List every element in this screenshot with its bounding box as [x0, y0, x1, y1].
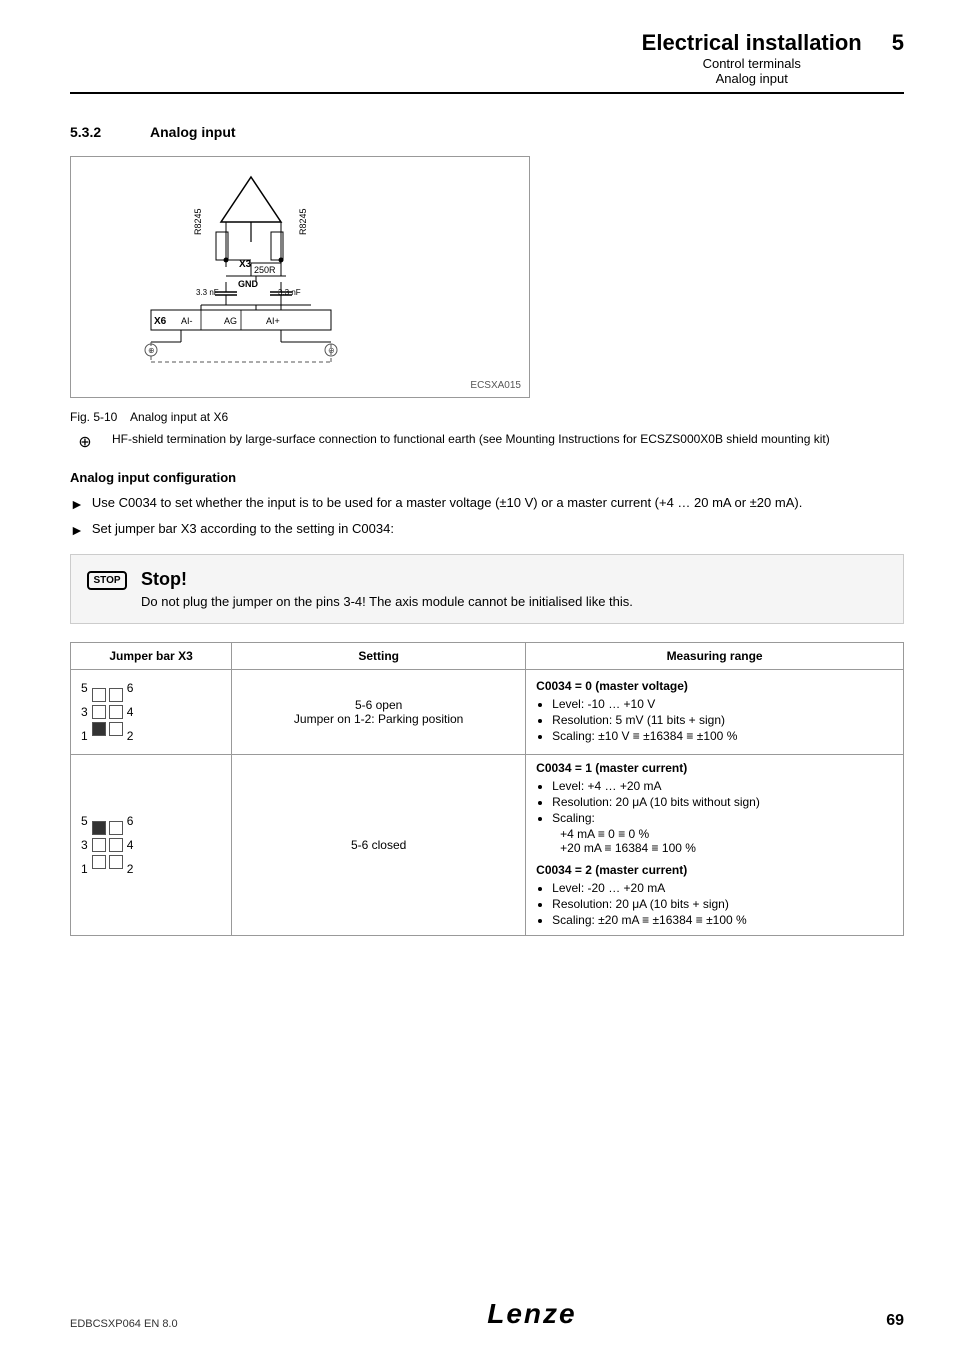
svg-text:AI-: AI- [181, 316, 193, 326]
diagram-ref: ECSXA015 [470, 380, 521, 391]
arrow-icon-2: ► [70, 521, 84, 541]
header-sub1: Control terminals [642, 56, 862, 71]
config-bullet-1: ► Use C0034 to set whether the input is … [70, 495, 904, 515]
config-bullet-text-1: Use C0034 to set whether the input is to… [92, 495, 802, 510]
svg-text:⊕: ⊕ [148, 346, 155, 355]
table-cell-measuring-2: C0034 = 1 (master current) Level: +4 … +… [526, 755, 904, 936]
measuring-list-2a: Level: +4 … +20 mA Resolution: 20 μA (10… [552, 779, 893, 855]
config-title: Analog input configuration [70, 470, 904, 485]
jbox [109, 838, 123, 852]
stop-content: Stop! Do not plug the jumper on the pins… [141, 569, 633, 609]
measuring-title-2b: C0034 = 2 (master current) [536, 863, 893, 877]
jbox [92, 688, 106, 702]
page-header: Electrical installation Control terminal… [70, 30, 904, 94]
measuring-item: Level: -20 … +20 mA [552, 881, 893, 895]
table-row-2: 5 3 1 [71, 755, 904, 936]
svg-text:X3: X3 [239, 259, 252, 270]
table-cell-jumper-2: 5 3 1 [71, 755, 232, 936]
fig-caption-text: Analog input at X6 [130, 410, 228, 424]
symbol-note: ⊕ HF-shield termination by large-surface… [70, 432, 904, 452]
main-table: Jumper bar X3 Setting Measuring range 5 … [70, 642, 904, 936]
fig-caption: Fig. 5-10 Analog input at X6 [70, 410, 904, 424]
table-cell-setting-2: 5-6 closed [232, 755, 526, 936]
svg-text:X6: X6 [154, 316, 167, 327]
header-main-title: Electrical installation [642, 30, 862, 56]
config-bullet-2: ► Set jumper bar X3 according to the set… [70, 521, 904, 541]
table-cell-setting-1: 5-6 openJumper on 1-2: Parking position [232, 670, 526, 755]
measuring-item: Resolution: 5 mV (11 bits + sign) [552, 713, 893, 727]
header-page-num: 5 [882, 30, 904, 56]
measuring-list-1: Level: -10 … +10 V Resolution: 5 mV (11 … [552, 697, 893, 743]
table-header-jumper: Jumper bar X3 [71, 643, 232, 670]
measuring-item: +4 mA ≡ 0 ≡ 0 % +20 mA ≡ 16384 ≡ 100 % [560, 827, 893, 855]
stop-icon: STOP [87, 571, 127, 590]
page-footer: EDBCSXP064 EN 8.0 Lenze 69 [0, 1298, 954, 1330]
table-cell-measuring-1: C0034 = 0 (master voltage) Level: -10 … … [526, 670, 904, 755]
svg-text:GND: GND [238, 279, 259, 289]
measuring-item: Scaling: ±20 mA ≡ ±16384 ≡ ±100 % [552, 913, 893, 927]
jbox [109, 855, 123, 869]
measuring-title-2a: C0034 = 1 (master current) [536, 761, 893, 775]
measuring-item: Scaling: ±10 V ≡ ±16384 ≡ ±100 % [552, 729, 893, 743]
stop-text: Do not plug the jumper on the pins 3-4! … [141, 594, 633, 609]
jbox [92, 855, 106, 869]
jbox [109, 821, 123, 835]
svg-text:AG: AG [224, 316, 237, 326]
symbol-note-text: HF-shield termination by large-surface c… [112, 432, 830, 446]
diagram-svg: R8245 R8245 X3 250R [81, 167, 519, 387]
diagram-box: R8245 R8245 X3 250R [70, 156, 530, 398]
jbox [109, 705, 123, 719]
svg-text:AI+: AI+ [266, 316, 280, 326]
measuring-item: Scaling: [552, 811, 893, 825]
table-cell-jumper-1: 5 3 1 [71, 670, 232, 755]
footer-page: 69 [886, 1312, 904, 1330]
lenze-logo: Lenze [487, 1298, 576, 1330]
table-header-measuring: Measuring range [526, 643, 904, 670]
section-num: 5.3.2 [70, 124, 120, 140]
shield-symbol-icon: ⊕ [70, 432, 100, 452]
measuring-item: Level: +4 … +20 mA [552, 779, 893, 793]
arrow-icon-1: ► [70, 495, 84, 515]
config-bullet-text-2: Set jumper bar X3 according to the setti… [92, 521, 394, 536]
jbox [109, 722, 123, 736]
header-title-block: Electrical installation Control terminal… [642, 30, 862, 86]
measuring-title-1: C0034 = 0 (master voltage) [536, 679, 893, 693]
svg-text:250R: 250R [254, 265, 276, 275]
table-row-1: 5 3 1 [71, 670, 904, 755]
header-sub2: Analog input [642, 71, 862, 86]
svg-text:R8245: R8245 [298, 208, 308, 235]
svg-text:⊕: ⊕ [328, 346, 335, 355]
stop-box: STOP Stop! Do not plug the jumper on the… [70, 554, 904, 624]
section-title-row: 5.3.2 Analog input [70, 124, 904, 140]
table-header-setting: Setting [232, 643, 526, 670]
footer-ref: EDBCSXP064 EN 8.0 [70, 1318, 178, 1330]
measuring-item: Level: -10 … +10 V [552, 697, 893, 711]
jbox [92, 705, 106, 719]
config-bullet-list: ► Use C0034 to set whether the input is … [70, 495, 904, 540]
jbox-filled [92, 821, 106, 835]
measuring-list-2b: Level: -20 … +20 mA Resolution: 20 μA (1… [552, 881, 893, 927]
measuring-item: Resolution: 20 μA (10 bits without sign) [552, 795, 893, 809]
fig-num: Fig. 5-10 [70, 410, 117, 424]
section-title: Analog input [150, 124, 236, 140]
jbox [109, 688, 123, 702]
stop-title: Stop! [141, 569, 633, 590]
jbox [92, 838, 106, 852]
jbox-filled [92, 722, 106, 736]
svg-text:R8245: R8245 [193, 208, 203, 235]
page: Electrical installation Control terminal… [0, 0, 954, 1350]
measuring-item: Resolution: 20 μA (10 bits + sign) [552, 897, 893, 911]
